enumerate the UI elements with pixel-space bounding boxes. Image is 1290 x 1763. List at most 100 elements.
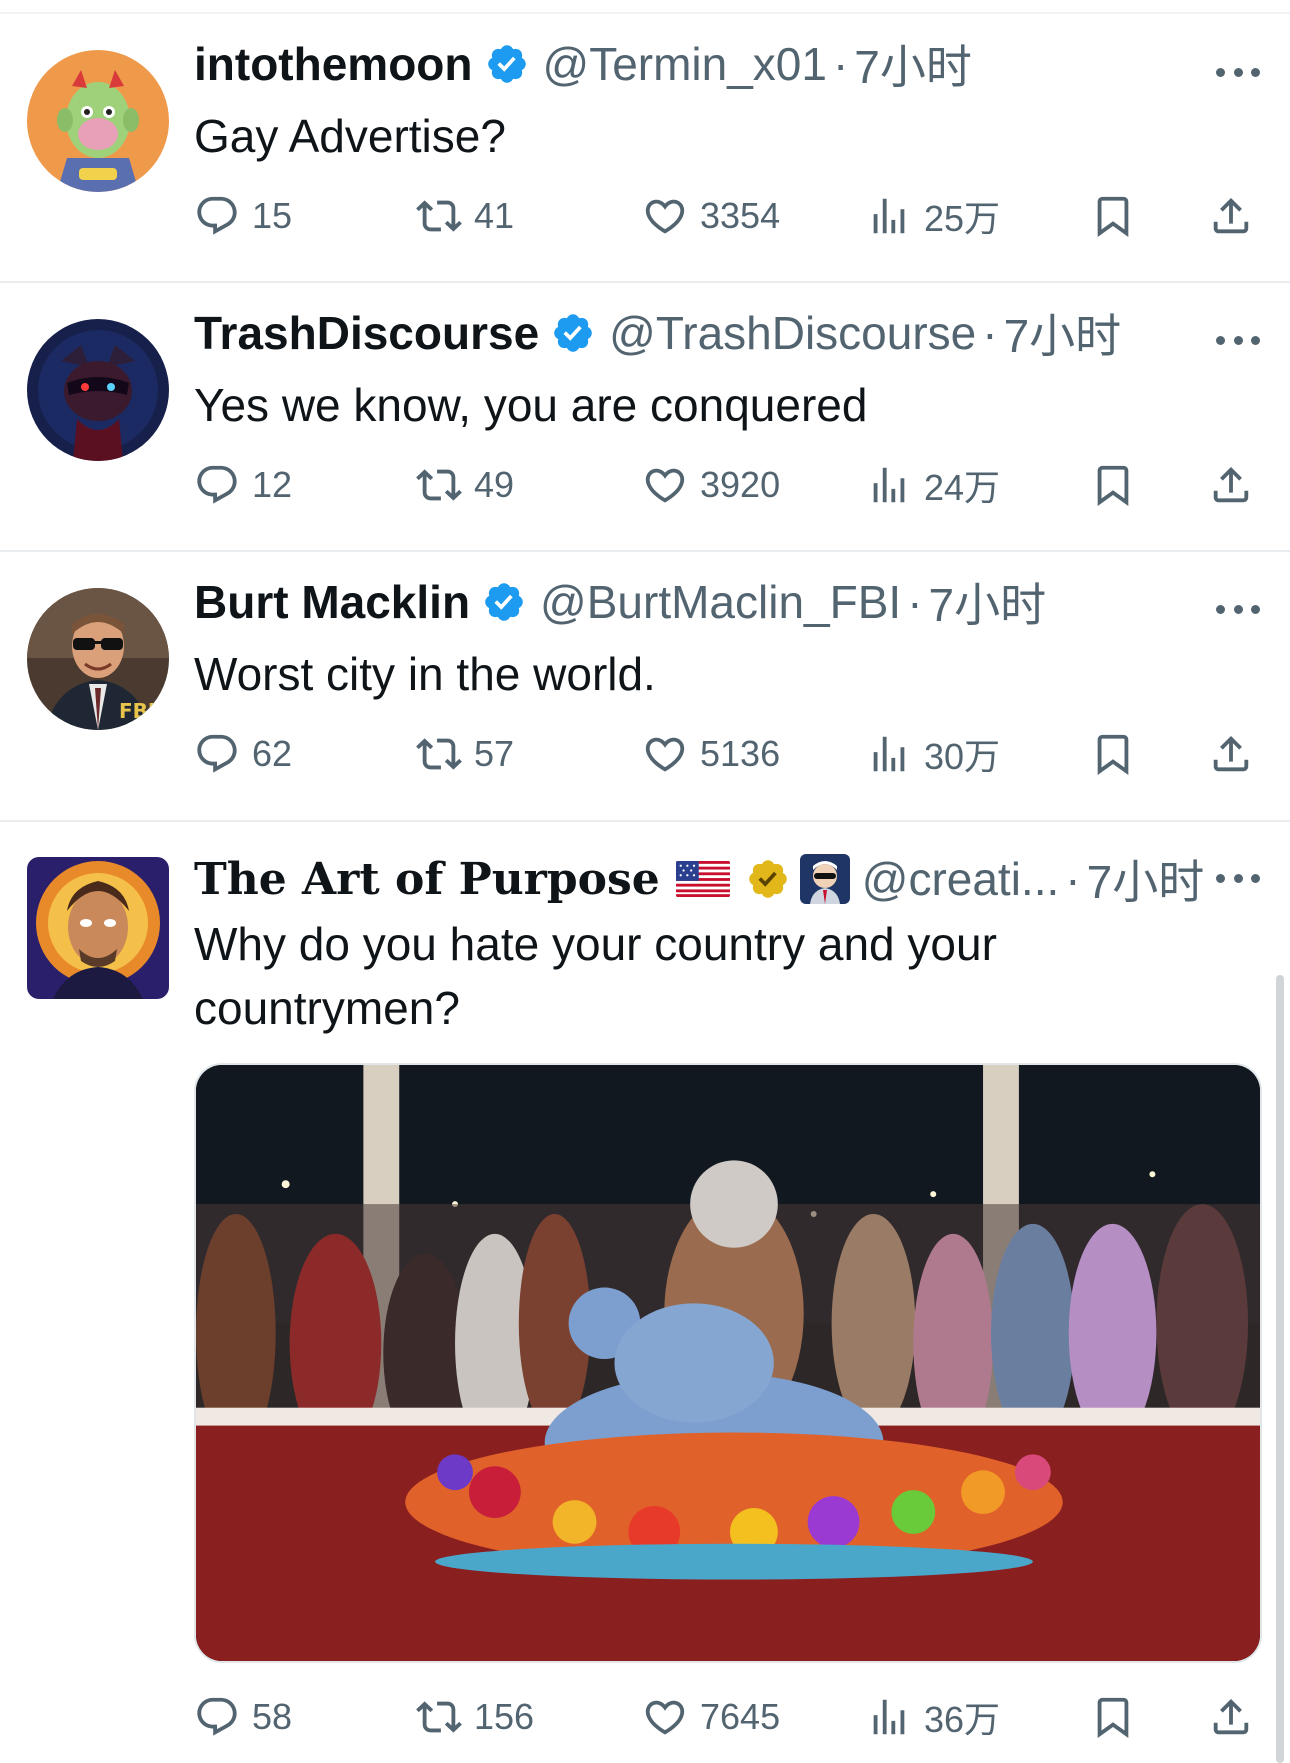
action-bar: 62 57 5136 30万 <box>194 726 1254 782</box>
handle[interactable]: @Termin_x01 <box>543 37 827 91</box>
tweet-header: Burt Macklin @BurtMaclin_FBI · 7小时 <box>194 574 1046 631</box>
reply-button[interactable]: 15 <box>194 188 292 244</box>
tweet-text: Worst city in the world. <box>194 648 656 700</box>
cartoon-ape-avatar-icon <box>27 50 169 192</box>
bookmark-button[interactable] <box>1090 457 1136 513</box>
share-button[interactable] <box>1208 1689 1254 1745</box>
verified-badge-icon[interactable] <box>485 42 529 86</box>
scrollbar[interactable] <box>1276 975 1284 1763</box>
views-button[interactable]: 30万 <box>866 726 1000 782</box>
repost-icon <box>416 200 462 232</box>
tweet-text: Why do you hate your country and your co… <box>194 918 997 1034</box>
more-icon[interactable] <box>1216 868 1260 888</box>
like-count: 3920 <box>700 464 781 505</box>
heart-icon <box>645 199 685 234</box>
share-icon <box>1213 466 1249 503</box>
reply-button[interactable]: 58 <box>194 1689 292 1745</box>
share-button[interactable] <box>1208 188 1254 244</box>
timestamp[interactable]: 7小时 <box>1004 300 1122 366</box>
tweet-header: TrashDiscourse @TrashDiscourse · 7小时 <box>194 305 1121 362</box>
repost-button[interactable]: 49 <box>416 457 514 513</box>
display-name[interactable]: TrashDiscourse <box>194 306 539 360</box>
share-icon <box>1213 1698 1249 1735</box>
repost-button[interactable]: 57 <box>416 726 514 782</box>
views-count: 30万 <box>924 736 1001 777</box>
repost-count: 41 <box>474 195 515 236</box>
heart-icon <box>645 468 685 503</box>
tweet-media-photo[interactable] <box>194 1063 1262 1663</box>
display-name[interactable]: intothemoon <box>194 37 473 91</box>
views-icon <box>873 198 905 234</box>
more-icon[interactable] <box>1216 330 1260 350</box>
views-button[interactable]: 25万 <box>866 188 1000 244</box>
reply-button[interactable]: 62 <box>194 726 292 782</box>
display-name[interactable]: Burt Macklin <box>194 575 470 629</box>
handle[interactable]: @TrashDiscourse <box>609 306 976 360</box>
views-count: 36万 <box>924 1699 1001 1740</box>
raccoon-avatar-icon <box>27 319 169 461</box>
repost-button[interactable]: 41 <box>416 188 514 244</box>
like-button[interactable]: 3920 <box>642 457 780 513</box>
handle[interactable]: @BurtMaclin_FBI <box>540 575 901 629</box>
views-count: 24万 <box>924 467 1001 508</box>
heart-icon <box>645 1700 685 1735</box>
bookmark-icon <box>1097 465 1129 506</box>
man-sunglasses-avatar-icon: FBI <box>27 588 169 730</box>
reply-count: 12 <box>252 464 293 505</box>
like-button[interactable]: 3354 <box>642 188 780 244</box>
reply-icon <box>197 196 237 235</box>
share-button[interactable] <box>1208 457 1254 513</box>
avatar-burtmacklin[interactable]: FBI <box>27 588 169 730</box>
tweet-header: intothemoon @Termin_x01 · 7小时 <box>194 36 972 93</box>
like-button[interactable]: 5136 <box>642 726 780 782</box>
repost-count: 156 <box>474 1696 535 1737</box>
more-icon[interactable] <box>1216 599 1260 619</box>
action-bar: 58 156 7645 36万 <box>194 1689 1254 1745</box>
repost-count: 49 <box>474 464 515 505</box>
share-icon <box>1213 197 1249 234</box>
reply-count: 58 <box>252 1696 293 1737</box>
bookmark-button[interactable] <box>1090 726 1136 782</box>
views-button[interactable]: 24万 <box>866 457 1000 513</box>
repost-icon <box>416 469 462 501</box>
timestamp[interactable]: 7小时 <box>929 569 1047 635</box>
views-icon <box>873 1699 905 1735</box>
views-button[interactable]: 36万 <box>866 1689 1000 1745</box>
verified-gold-badge-icon[interactable] <box>746 857 790 901</box>
share-icon <box>1213 735 1249 772</box>
like-button[interactable]: 7645 <box>642 1689 780 1745</box>
avatar-intothemoon[interactable] <box>27 50 169 192</box>
timestamp[interactable]: 7小时 <box>1087 846 1205 912</box>
top-divider <box>0 12 1290 14</box>
action-bar: 15 41 3354 25万 <box>194 188 1254 244</box>
bookmark-icon <box>1097 1697 1129 1738</box>
like-count: 7645 <box>700 1696 781 1737</box>
bookmark-button[interactable] <box>1090 1689 1136 1745</box>
separator-dot: · <box>832 38 849 90</box>
heart-icon <box>645 737 685 772</box>
timestamp[interactable]: 7小时 <box>854 31 972 97</box>
reply-button[interactable]: 12 <box>194 457 292 513</box>
avatar-trashdiscourse[interactable] <box>27 319 169 461</box>
views-icon <box>873 736 905 772</box>
verified-badge-icon[interactable] <box>551 311 595 355</box>
more-icon[interactable] <box>1216 62 1260 82</box>
fbi-logo-text: FBI <box>119 699 155 723</box>
glowing-face-avatar-icon <box>27 857 169 999</box>
tweet-divider <box>0 550 1290 552</box>
reply-icon <box>197 465 237 504</box>
tweet-divider <box>0 820 1290 822</box>
bookmark-button[interactable] <box>1090 188 1136 244</box>
tweet-divider <box>0 281 1290 283</box>
display-name[interactable]: The Art of Purpose <box>194 854 660 905</box>
affiliate-avatar-icon[interactable] <box>799 854 850 904</box>
separator-dot: · <box>1065 853 1081 905</box>
reply-count: 62 <box>252 733 293 774</box>
views-icon <box>873 467 905 503</box>
verified-badge-icon[interactable] <box>482 580 526 624</box>
repost-button[interactable]: 156 <box>416 1689 534 1745</box>
handle[interactable]: @creati... <box>862 852 1060 906</box>
avatar-theartofpurpose[interactable] <box>27 857 169 999</box>
like-count: 5136 <box>700 733 781 774</box>
share-button[interactable] <box>1208 726 1254 782</box>
